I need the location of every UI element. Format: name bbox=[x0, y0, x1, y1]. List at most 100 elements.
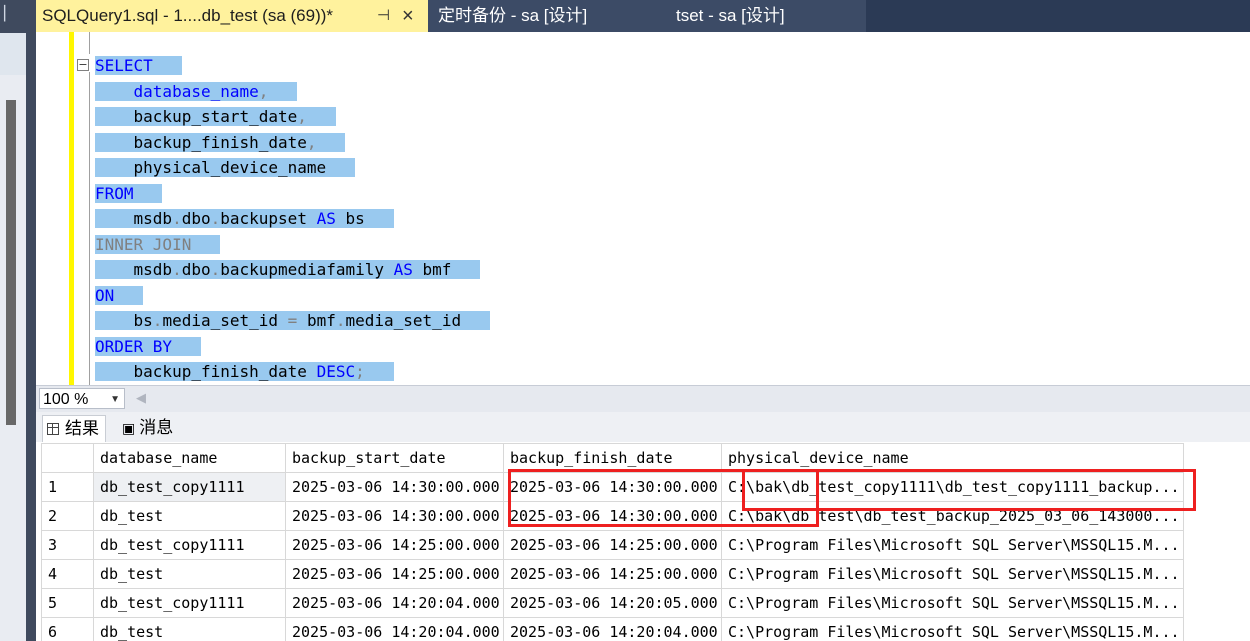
tab-messages[interactable]: ▣ 消息 bbox=[116, 415, 179, 441]
code-token: , bbox=[306, 132, 317, 152]
code-token: = bbox=[287, 311, 298, 330]
selected-text: ORDER BY bbox=[95, 336, 201, 356]
selected-text: database_name, bbox=[95, 81, 298, 101]
selection-padding bbox=[114, 286, 143, 305]
cell-physical-device-name[interactable]: C:\Program Files\Microsoft SQL Server\MS… bbox=[721, 617, 1184, 641]
tab-sqlquery1[interactable]: SQLQuery1.sql - 1....db_test (sa (69))* … bbox=[36, 0, 428, 32]
code-line[interactable]: FROM bbox=[95, 182, 163, 206]
selected-text: SELECT bbox=[95, 56, 182, 75]
code-line[interactable]: backup_start_date, bbox=[95, 105, 336, 129]
table-row[interactable]: 3 db_test_copy1111 2025-03-06 14:25:00.000… bbox=[41, 530, 1184, 560]
selection-padding bbox=[191, 235, 220, 254]
tab-results-label: 结果 bbox=[65, 419, 99, 439]
pin-icon[interactable]: ⊣ bbox=[377, 0, 390, 32]
code-line[interactable]: database_name, bbox=[95, 80, 298, 104]
cell-database-name[interactable]: db_test_copy1111 bbox=[93, 530, 286, 560]
cell-database-name[interactable]: db_test bbox=[93, 501, 286, 531]
results-tab-bar: 结果 ▣ 消息 bbox=[36, 412, 1250, 442]
code-line[interactable]: msdb.dbo.backupmediafamily AS bmf bbox=[95, 258, 481, 282]
code-token: . bbox=[172, 260, 182, 279]
row-number-header[interactable] bbox=[41, 443, 94, 473]
code-line[interactable]: SELECT bbox=[95, 54, 182, 78]
panel-header bbox=[0, 33, 26, 76]
selected-text: INNER JOIN bbox=[95, 234, 221, 254]
code-token: database_name bbox=[95, 81, 259, 101]
code-token: , bbox=[297, 107, 307, 126]
cell-backup-start-date[interactable]: 2025-03-06 14:20:04.000 bbox=[285, 588, 504, 618]
selection-padding bbox=[326, 158, 355, 177]
scroll-left-icon[interactable]: ◀ bbox=[136, 391, 146, 406]
cell-backup-start-date[interactable]: 2025-03-06 14:25:00.000 bbox=[285, 530, 504, 560]
cell-backup-start-date[interactable]: 2025-03-06 14:30:00.000 bbox=[285, 501, 504, 531]
row-number[interactable]: 5 bbox=[41, 588, 94, 618]
close-icon[interactable]: × bbox=[402, 0, 414, 32]
tab-results[interactable]: 结果 bbox=[42, 415, 106, 442]
cell-physical-device-name[interactable]: C:\Program Files\Microsoft SQL Server\MS… bbox=[721, 530, 1184, 560]
code-token: dbo bbox=[181, 260, 211, 279]
code-token: backup_start_date bbox=[95, 107, 298, 126]
query-editor[interactable]: − SELECT database_name, backup_start_dat… bbox=[36, 32, 1250, 385]
tab-messages-label: 消息 bbox=[139, 418, 174, 438]
row-number[interactable]: 6 bbox=[41, 617, 94, 641]
table-row[interactable]: 5 db_test_copy1111 2025-03-06 14:20:04.000… bbox=[41, 588, 1184, 618]
selected-text: physical_device_name bbox=[95, 158, 356, 177]
column-header-backup-start-date[interactable]: backup_start_date bbox=[285, 443, 504, 473]
cell-backup-start-date[interactable]: 2025-03-06 14:30:00.000 bbox=[285, 472, 504, 502]
cell-database-name[interactable]: db_test_copy1111 bbox=[93, 588, 286, 618]
selection-padding bbox=[172, 337, 201, 356]
selected-text: backup_start_date, bbox=[95, 107, 336, 126]
code-line[interactable]: physical_device_name bbox=[95, 156, 356, 180]
code-line[interactable]: msdb.dbo.backupset AS bs bbox=[95, 207, 394, 231]
cell-backup-finish-date[interactable]: 2025-03-06 14:20:04.000 bbox=[503, 617, 722, 641]
selection-padding bbox=[268, 82, 297, 101]
scrollbar-thumb[interactable] bbox=[6, 100, 16, 425]
cell-backup-finish-date[interactable]: 2025-03-06 14:25:00.000 bbox=[503, 530, 722, 560]
code-line[interactable]: ORDER BY bbox=[95, 335, 201, 359]
code-token: bs bbox=[335, 209, 365, 228]
grid-icon bbox=[47, 423, 59, 435]
table-row[interactable]: 4 db_test 2025-03-06 14:25:00.000 2025-03-0… bbox=[41, 559, 1184, 589]
code-line[interactable]: backup_finish_date DESC; bbox=[95, 360, 394, 384]
code-token: msdb bbox=[95, 260, 173, 279]
cell-backup-start-date[interactable]: 2025-03-06 14:25:00.000 bbox=[285, 559, 504, 589]
code-token: . bbox=[172, 209, 182, 228]
code-token: bmf bbox=[412, 260, 452, 279]
code-token: bs bbox=[95, 311, 153, 330]
code-line[interactable]: bs.media_set_id = bmf.media_set_id bbox=[95, 309, 490, 333]
tab-tset[interactable]: tset - sa [设计] bbox=[676, 0, 785, 32]
change-marker-bar bbox=[69, 32, 74, 385]
row-number[interactable]: 2 bbox=[41, 501, 94, 531]
code-token: backup_finish_date bbox=[95, 132, 307, 152]
code-line[interactable]: INNER JOIN bbox=[95, 233, 221, 257]
code-token: DESC bbox=[316, 362, 356, 381]
selection-padding bbox=[153, 56, 182, 75]
zoom-dropdown[interactable]: 100 % ▼ bbox=[39, 388, 125, 409]
code-token: physical_device_name bbox=[95, 158, 327, 177]
selection-padding bbox=[307, 107, 336, 126]
cell-backup-finish-date[interactable]: 2025-03-06 14:20:05.000 bbox=[503, 588, 722, 618]
collapse-icon[interactable]: − bbox=[77, 59, 89, 71]
cell-physical-device-name[interactable]: C:\Program Files\Microsoft SQL Server\MS… bbox=[721, 559, 1184, 589]
cell-database-name[interactable]: db_test_copy1111 bbox=[93, 472, 286, 502]
row-number[interactable]: 4 bbox=[41, 559, 94, 589]
row-number[interactable]: 1 bbox=[41, 472, 94, 502]
tab-label: 定时备份 - sa [设计] bbox=[438, 6, 588, 25]
code-token: FROM bbox=[95, 183, 134, 203]
cell-backup-start-date[interactable]: 2025-03-06 14:20:04.000 bbox=[285, 617, 504, 641]
code-line[interactable]: backup_finish_date, bbox=[95, 131, 346, 155]
selection-padding bbox=[451, 260, 480, 279]
code-line[interactable]: ON bbox=[95, 284, 144, 308]
selected-text: FROM bbox=[95, 183, 163, 203]
row-number[interactable]: 3 bbox=[41, 530, 94, 560]
cell-backup-finish-date[interactable]: 2025-03-06 14:25:00.000 bbox=[503, 559, 722, 589]
selected-text: ON bbox=[95, 285, 144, 305]
table-row[interactable]: 6 db_test 2025-03-06 14:20:04.000 2025-03-0… bbox=[41, 617, 1184, 641]
cell-database-name[interactable]: db_test bbox=[93, 559, 286, 589]
column-header-database-name[interactable]: database_name bbox=[93, 443, 286, 473]
code-token: dbo bbox=[181, 209, 211, 228]
zoom-value: 100 % bbox=[43, 391, 89, 408]
code-token: bmf bbox=[297, 311, 336, 330]
tab-scheduled-backup[interactable]: 定时备份 - sa [设计] bbox=[438, 0, 587, 32]
cell-physical-device-name[interactable]: C:\Program Files\Microsoft SQL Server\MS… bbox=[721, 588, 1184, 618]
cell-database-name[interactable]: db_test bbox=[93, 617, 286, 641]
